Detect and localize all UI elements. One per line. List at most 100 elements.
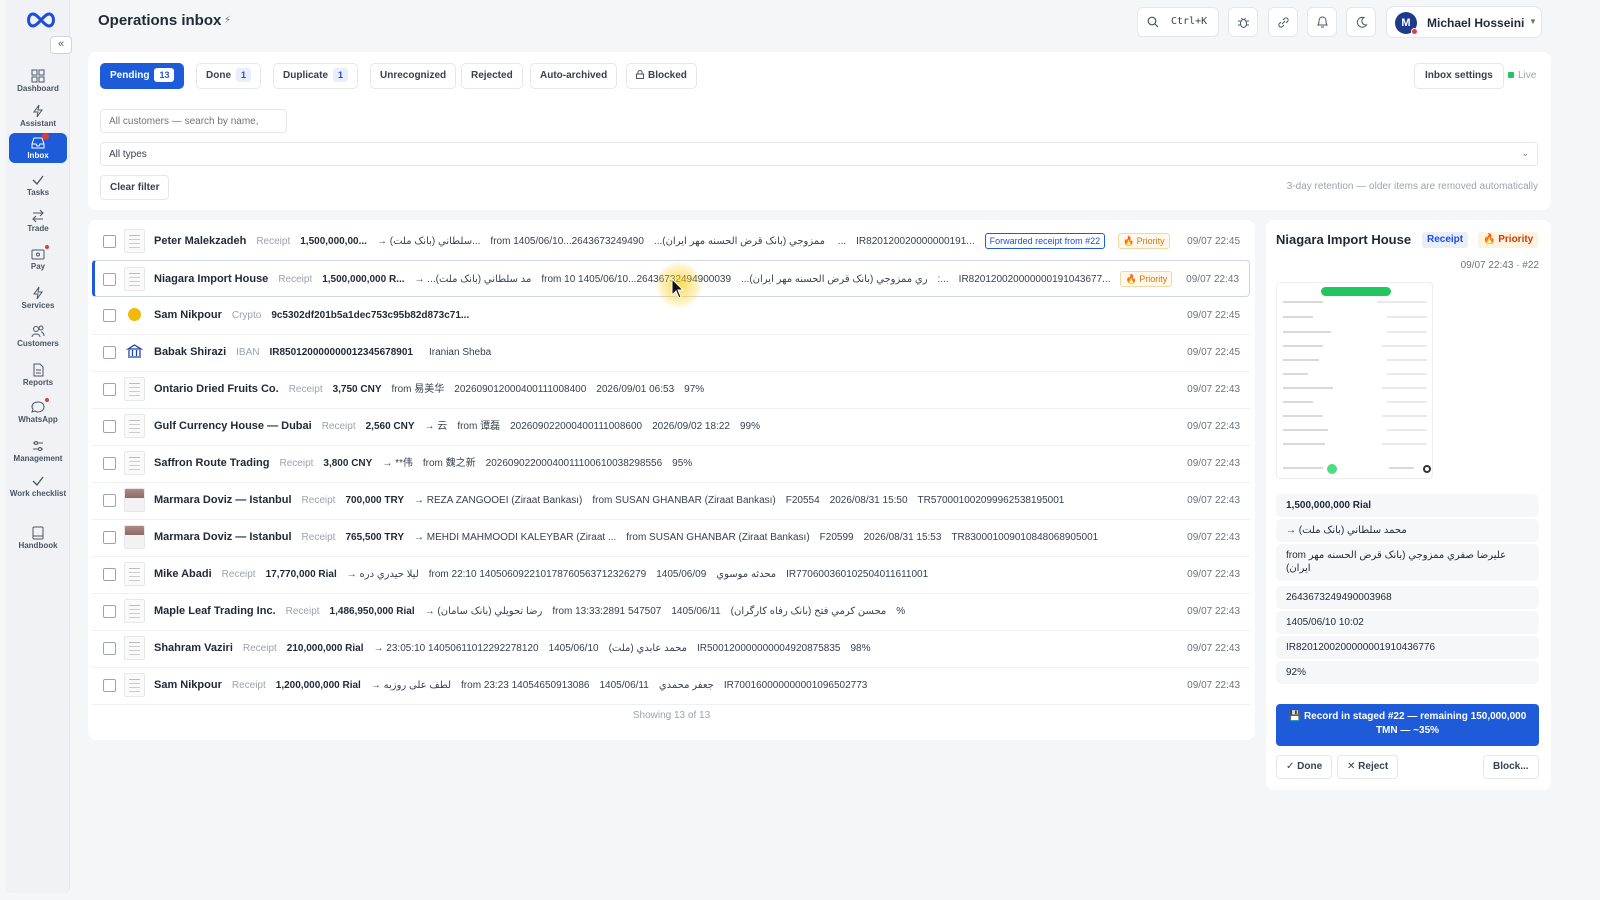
row-checkbox[interactable] (103, 235, 116, 248)
inbox-settings-button[interactable]: Inbox settings (1414, 63, 1504, 89)
tab-pending[interactable]: Pending 13 (100, 63, 185, 89)
list-item[interactable]: Peter Malekzadeh Receipt 1,500,000,00... → … (92, 223, 1250, 260)
theme-toggle-button[interactable] (1346, 7, 1376, 37)
row-checkbox[interactable] (103, 679, 116, 692)
list-item[interactable]: Sam Nikpour Receipt 1,200,000,000 Rial → لط… (92, 667, 1250, 704)
sidebar-item-handbook[interactable]: Handbook (9, 523, 67, 553)
tab-done[interactable]: Done 1 (196, 63, 262, 89)
sender: from SUSAN GHANBAR (Ziraat Bankası) (626, 532, 810, 543)
brand-logo[interactable] (24, 10, 58, 30)
document-icon (33, 363, 44, 377)
list-item[interactable]: Ontario Dried Fruits Co. Receipt 3,750 CNY… (92, 371, 1250, 408)
row-checkbox[interactable] (103, 494, 116, 507)
reference: 2643673249490... (563, 236, 644, 247)
sidebar-item-inbox[interactable]: Inbox (9, 133, 67, 163)
tab-unrecognized[interactable]: Unrecognized (370, 63, 457, 89)
timestamp: 09/07 22:45 (1187, 236, 1240, 247)
block-button[interactable]: Block... (1483, 755, 1539, 779)
receipt-thumbnail[interactable] (124, 229, 145, 253)
done-button[interactable]: ✓ Done (1276, 755, 1333, 779)
row-checkbox[interactable] (103, 642, 116, 655)
row-checkbox[interactable] (103, 420, 116, 433)
reference: 14050609221017876056371232627​9 (479, 569, 647, 580)
row-checkbox[interactable] (103, 457, 116, 470)
detail-date: 1405/06/10 10:02 (1276, 611, 1539, 634)
tab-blocked[interactable]: Blocked (626, 63, 697, 89)
sidebar-item-pay[interactable]: Pay (9, 244, 67, 274)
list-item[interactable]: Maple Leaf Trading Inc. Receipt 1,486,950,… (92, 593, 1250, 630)
row-checkbox[interactable] (103, 568, 116, 581)
users-icon (31, 325, 45, 338)
receipt-thumbnail[interactable] (124, 673, 145, 697)
sidebar-item-trade[interactable]: Trade (9, 206, 67, 236)
sidebar-item-whatsapp[interactable]: WhatsApp (9, 397, 67, 427)
amount: 1,200,000,000 Rial (275, 680, 361, 691)
row-checkbox[interactable] (103, 383, 116, 396)
row-checkbox[interactable] (103, 346, 116, 359)
copy-link-button[interactable] (1268, 7, 1298, 37)
sidebar-item-work-checklist[interactable]: Work checklist (9, 471, 67, 501)
wallet-address: 9c5302df201b5a1dec753c95b82d873c71... (271, 310, 470, 321)
receipt-image[interactable] (1276, 282, 1433, 479)
collapse-sidebar-button[interactable]: « (50, 36, 72, 54)
item-type: Receipt (231, 680, 266, 691)
list-item[interactable]: Marmara Doviz — Istanbul Receipt 700,000 T… (92, 482, 1250, 519)
reference: 202609022000400111008600 (510, 421, 643, 432)
amount: 1,500,000,00... (300, 236, 367, 247)
detail-recipient: → محمد سلطاني (بانک ملت) (1276, 519, 1539, 542)
sidebar-item-management[interactable]: Management (9, 436, 67, 466)
forwarded-badge: Forwarded receipt from #22 (984, 233, 1106, 249)
item-type: Receipt (301, 532, 336, 543)
receipt-thumbnail[interactable] (124, 636, 145, 660)
tab-duplicate[interactable]: Duplicate 1 (273, 63, 359, 89)
sidebar-item-services[interactable]: Services (9, 283, 67, 313)
notifications-button[interactable] (1307, 7, 1337, 37)
bug-report-button[interactable] (1228, 7, 1258, 37)
list-item[interactable]: Saffron Route Trading Receipt 3,800 CNY → *… (92, 445, 1250, 482)
receipt-thumbnail[interactable] (124, 451, 145, 475)
timestamp: 09/07 22:43 (1186, 274, 1239, 285)
item-type: Receipt (256, 236, 291, 247)
customer-search-input[interactable] (100, 109, 287, 133)
receipt-thumbnail[interactable] (124, 377, 145, 401)
iban-value: IR850120000000012345678901 (269, 347, 413, 358)
detail-customer-name: Niagara Import House (1276, 232, 1412, 247)
type-select[interactable]: All types ⌄ (100, 142, 1538, 166)
row-checkbox[interactable] (103, 309, 116, 322)
detail-confidence: 92% (1276, 661, 1539, 684)
record-in-staged-button[interactable]: 💾 Record in staged #22 — remaining 150,0… (1276, 704, 1539, 746)
receipt-thumbnail[interactable] (124, 414, 145, 438)
row-checkbox[interactable] (103, 531, 116, 544)
list-item[interactable]: Shahram Vaziri Receipt 210,000,000 Rial → م… (92, 630, 1250, 667)
list-item[interactable]: Mike Abadi Receipt 17,770,000 Rial → ليلا ح… (92, 556, 1250, 593)
receipt-thumbnail[interactable] (124, 488, 145, 512)
tab-rejected[interactable]: Rejected (461, 63, 523, 89)
customer-name: Peter Malekzadeh (154, 235, 247, 247)
row-checkbox[interactable] (103, 273, 116, 286)
receipt-thumbnail[interactable] (124, 599, 145, 623)
item-type: Receipt (288, 384, 323, 395)
title-hint-icon[interactable]: ⚡ (224, 15, 231, 26)
sidebar-item-dashboard[interactable]: Dashboard (9, 66, 67, 96)
page-title: Operations inbox (98, 12, 222, 29)
item-type: IBAN (236, 347, 260, 358)
lock-icon (636, 70, 644, 79)
list-item[interactable]: Gulf Currency House — Dubai Receipt 2,560 … (92, 408, 1250, 445)
receipt-thumbnail[interactable] (124, 267, 145, 291)
user-menu[interactable]: M Michael Hosseini ▼ (1386, 6, 1542, 38)
sidebar-item-assistant[interactable]: Assistant (9, 101, 67, 131)
sidebar-item-customers[interactable]: Customers (9, 321, 67, 351)
clear-filter-button[interactable]: Clear filter (100, 175, 170, 200)
reject-button[interactable]: ✕ Reject (1337, 755, 1399, 779)
sidebar-item-tasks[interactable]: Tasks (9, 170, 67, 200)
tab-auto-archived[interactable]: Auto-archived (530, 63, 618, 89)
list-item[interactable]: Babak Shirazi IBAN IR850120000000012345678… (92, 334, 1250, 371)
status-dot (1411, 28, 1418, 35)
row-checkbox[interactable] (103, 605, 116, 618)
receipt-thumbnail[interactable] (124, 525, 145, 549)
receipt-thumbnail[interactable] (124, 562, 145, 586)
confidence: 99% (739, 421, 760, 432)
sidebar-item-reports[interactable]: Reports (9, 360, 67, 390)
command-search-button[interactable]: Ctrl+K (1137, 7, 1219, 37)
list-item[interactable]: Marmara Doviz — Istanbul Receipt 765,500 T… (92, 519, 1250, 556)
